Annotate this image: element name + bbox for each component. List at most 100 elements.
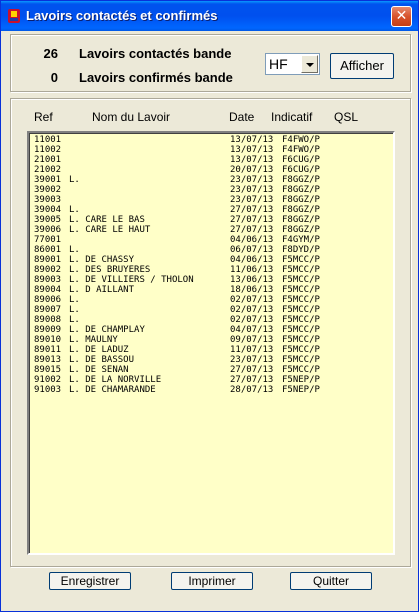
ref-cell: 89002 [34,265,62,275]
indicatif-cell: F5MCC/P [282,325,320,335]
ref-cell: 89001 [34,255,62,265]
ref-cell: 39003 [34,195,62,205]
contacted-count: 26 [43,46,58,61]
date-cell: 11/06/13 [230,265,274,275]
date-cell: 23/07/13 [230,195,274,205]
ref-cell: 89010 [34,335,62,345]
list-item[interactable]: 89001 L. DE CHASSY 04/06/13 F5MCC/P [29,255,393,265]
list-item[interactable]: 86001 L. 06/07/13 F8DYD/P [29,245,393,255]
band-select-value: HF [269,56,288,72]
list-item[interactable]: 39004 L. 27/07/13 F8GGZ/P [29,205,393,215]
list-item[interactable]: 39002 23/07/13 F8GGZ/P [29,185,393,195]
title-bar[interactable]: Lavoirs contactés et confirmés ✕ [1,1,418,31]
name-cell: L. DE VILLIERS / THOLON [69,275,194,285]
main-window: Lavoirs contactés et confirmés ✕ 26 Lavo… [0,0,419,612]
confirmed-label: Lavoirs confirmés bande [79,70,233,85]
ref-cell: 89008 [34,315,62,325]
name-cell: L. DE LA NORVILLE [69,375,162,385]
indicatif-cell: F5NEP/P [282,385,320,395]
app-icon [8,9,20,23]
ref-cell: 89015 [34,365,62,375]
name-cell: L. [69,295,80,305]
contacted-label: Lavoirs contactés bande [79,46,232,61]
ref-cell: 89003 [34,275,62,285]
list-item[interactable]: 77001 04/06/13 F4GYM/P [29,235,393,245]
name-cell: L. MAULNY [69,335,118,345]
name-cell: L. DES BRUYERES [69,265,151,275]
date-cell: 13/07/13 [230,155,274,165]
window-title: Lavoirs contactés et confirmés [26,8,218,23]
lavoir-list[interactable]: 11001 13/07/13 F4FWO/P 11002 13/07/13 F4FWO/P… [27,131,395,555]
list-item[interactable]: 89009 L. DE CHAMPLAY 04/07/13 F5MCC/P [29,325,393,335]
indicatif-cell: F5MCC/P [282,285,320,295]
indicatif-cell: F5MCC/P [282,335,320,345]
indicatif-cell: F4FWO/P [282,145,320,155]
list-item[interactable]: 89006 L. 02/07/13 F5MCC/P [29,295,393,305]
list-item[interactable]: 91003 L. DE CHAMARANDE 28/07/13 F5NEP/P [29,385,393,395]
date-cell: 23/07/13 [230,355,274,365]
list-item[interactable]: 39003 23/07/13 F8GGZ/P [29,195,393,205]
chevron-down-icon[interactable] [301,55,318,73]
list-item[interactable]: 21002 20/07/13 F6CUG/P [29,165,393,175]
name-cell: L. [69,315,80,325]
ref-cell: 11002 [34,145,62,155]
indicatif-cell: F6CUG/P [282,165,320,175]
indicatif-cell: F8GGZ/P [282,205,320,215]
list-item[interactable]: 89013 L. DE BASSOU 23/07/13 F5MCC/P [29,355,393,365]
close-button[interactable]: ✕ [391,6,412,27]
indicatif-cell: F8DYD/P [282,245,320,255]
indicatif-cell: F5MCC/P [282,265,320,275]
enregistrer-button[interactable]: Enregistrer [49,572,131,590]
indicatif-cell: F8GGZ/P [282,175,320,185]
date-cell: 18/06/13 [230,285,274,295]
ref-cell: 77001 [34,235,62,245]
name-cell: L. DE CHAMARANDE [69,385,156,395]
date-cell: 27/07/13 [230,375,274,385]
name-cell: L. DE CHASSY [69,255,135,265]
list-item[interactable]: 21001 13/07/13 F6CUG/P [29,155,393,165]
name-cell: L. DE SENAN [69,365,129,375]
list-item[interactable]: 89002 L. DES BRUYERES 11/06/13 F5MCC/P [29,265,393,275]
afficher-button[interactable]: Afficher [330,53,394,79]
ref-cell: 39002 [34,185,62,195]
list-item[interactable]: 89007 L. 02/07/13 F5MCC/P [29,305,393,315]
list-item[interactable]: 39001 L. 23/07/13 F8GGZ/P [29,175,393,185]
name-cell: L. [69,175,80,185]
list-item[interactable]: 89003 L. DE VILLIERS / THOLON 13/06/13 F5MC… [29,275,393,285]
indicatif-cell: F5MCC/P [282,345,320,355]
indicatif-cell: F5NEP/P [282,375,320,385]
indicatif-cell: F8GGZ/P [282,215,320,225]
list-item[interactable]: 11001 13/07/13 F4FWO/P [29,135,393,145]
date-cell: 27/07/13 [230,225,274,235]
date-cell: 06/07/13 [230,245,274,255]
date-cell: 27/07/13 [230,205,274,215]
name-cell: L. [69,205,80,215]
list-item[interactable]: 89004 L. D AILLANT 18/06/13 F5MCC/P [29,285,393,295]
list-item[interactable]: 91002 L. DE LA NORVILLE 27/07/13 F5NEP/P [29,375,393,385]
list-item[interactable]: 11002 13/07/13 F4FWO/P [29,145,393,155]
ref-cell: 39006 [34,225,62,235]
list-item[interactable]: 89008 L. 02/07/13 F5MCC/P [29,315,393,325]
list-item[interactable]: 39005 L. CARE LE BAS 27/07/13 F8GGZ/P [29,215,393,225]
ref-cell: 21001 [34,155,62,165]
band-select[interactable]: HF [265,53,320,75]
quitter-button[interactable]: Quitter [290,572,372,590]
ref-cell: 86001 [34,245,62,255]
list-item[interactable]: 89011 L. DE LADUZ 11/07/13 F5MCC/P [29,345,393,355]
column-header-nom: Nom du Lavoir [92,110,171,124]
name-cell: L. [69,305,80,315]
date-cell: 20/07/13 [230,165,274,175]
date-cell: 02/07/13 [230,295,274,305]
list-item[interactable]: 89010 L. MAULNY 09/07/13 F5MCC/P [29,335,393,345]
list-item[interactable]: 39006 L. CARE LE HAUT 27/07/13 F8GGZ/P [29,225,393,235]
ref-cell: 89007 [34,305,62,315]
indicatif-cell: F5MCC/P [282,305,320,315]
ref-cell: 89009 [34,325,62,335]
imprimer-button[interactable]: Imprimer [171,572,253,590]
list-item[interactable]: 89015 L. DE SENAN 27/07/13 F5MCC/P [29,365,393,375]
date-cell: 04/07/13 [230,325,274,335]
indicatif-cell: F8GGZ/P [282,185,320,195]
indicatif-cell: F6CUG/P [282,155,320,165]
date-cell: 27/07/13 [230,215,274,225]
date-cell: 27/07/13 [230,365,274,375]
